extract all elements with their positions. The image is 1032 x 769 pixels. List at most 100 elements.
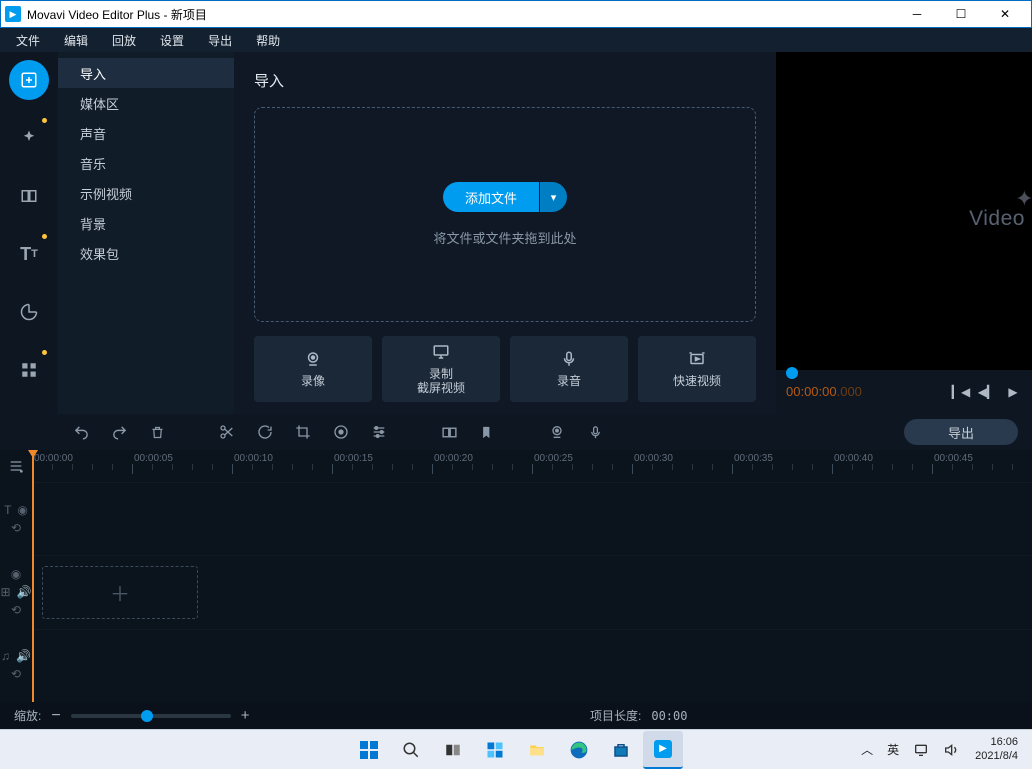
undo-button[interactable] (64, 417, 98, 447)
start-button[interactable] (349, 731, 389, 769)
track-header-video[interactable]: ◉ ⊞🔊 ⟲ (0, 555, 32, 628)
import-icon (20, 71, 38, 89)
empty-video-slot[interactable]: ＋ (42, 566, 198, 618)
zoom-in-button[interactable]: + (241, 707, 250, 724)
export-button[interactable]: 导出 (904, 419, 1018, 445)
record-screen-card[interactable]: 录制截屏视频 (382, 336, 500, 402)
taskbar-search-button[interactable] (391, 731, 431, 769)
sidepanel-item-media[interactable]: 媒体区 (58, 88, 234, 118)
preview-playhead[interactable] (786, 367, 798, 379)
sidepanel-item-sample-video[interactable]: 示例视频 (58, 178, 234, 208)
timeline-playhead[interactable] (32, 450, 34, 702)
track-titles[interactable] (32, 482, 1032, 555)
transition-wizard-button[interactable] (432, 417, 466, 447)
quick-action-cards: 录像 录制截屏视频 录音 快速视频 (254, 336, 756, 402)
volume-icon[interactable]: 🔊 (16, 649, 31, 663)
track-header-titles[interactable]: T◉ ⟲ (0, 482, 32, 555)
file-drop-zone[interactable]: 添加文件 ▾ 将文件或文件夹拖到此处 (254, 107, 756, 322)
taskbar-explorer-button[interactable] (517, 731, 557, 769)
ruler-tick: 00:00:35 (732, 453, 832, 474)
record-webcam-button[interactable] (540, 417, 574, 447)
redo-button[interactable] (102, 417, 136, 447)
menu-help[interactable]: 帮助 (246, 30, 290, 51)
clip-properties-button[interactable] (362, 417, 396, 447)
import-panel: 导入 添加文件 ▾ 将文件或文件夹拖到此处 录像 录制截屏视频 录音 (234, 52, 776, 414)
split-button[interactable] (210, 417, 244, 447)
link-icon[interactable]: ⟲ (11, 603, 21, 617)
sidepanel-item-sounds[interactable]: 声音 (58, 118, 234, 148)
menu-edit[interactable]: 编辑 (54, 30, 98, 51)
taskbar-store-button[interactable] (601, 731, 641, 769)
card-label: 录音 (557, 374, 581, 388)
taskbar-edge-button[interactable] (559, 731, 599, 769)
add-file-dropdown-button[interactable]: ▾ (539, 182, 567, 212)
ruler-tick: 00:00:05 (132, 453, 232, 474)
zoom-out-button[interactable]: − (51, 707, 60, 725)
crop-button[interactable] (286, 417, 320, 447)
play-button[interactable]: ▶ (1004, 383, 1022, 401)
menu-playback[interactable]: 回放 (102, 30, 146, 51)
add-file-button[interactable]: 添加文件 (443, 182, 539, 212)
record-voice-button[interactable] (578, 417, 612, 447)
microphone-icon (560, 350, 578, 368)
notification-dot (42, 234, 47, 239)
taskbar-widgets-button[interactable] (475, 731, 515, 769)
menu-settings[interactable]: 设置 (150, 30, 194, 51)
ime-indicator[interactable]: 英 (881, 731, 905, 769)
sidepanel-item-music[interactable]: 音乐 (58, 148, 234, 178)
sidebar-stickers-button[interactable] (9, 292, 49, 332)
color-adjust-button[interactable] (324, 417, 358, 447)
timeline-tracks-area[interactable]: 00:00:0000:00:0500:00:1000:00:1500:00:20… (32, 450, 1032, 702)
track-audio[interactable] (32, 629, 1032, 702)
volume-icon[interactable]: 🔊 (17, 585, 32, 599)
watermark: ✦ m Video Ed (969, 191, 1032, 230)
sidebar-transitions-button[interactable] (9, 176, 49, 216)
close-button[interactable]: ✕ (983, 1, 1027, 27)
tray-network-icon[interactable] (907, 731, 935, 769)
marker-button[interactable] (470, 417, 504, 447)
maximize-button[interactable]: ☐ (939, 1, 983, 27)
zoom-slider-thumb[interactable] (141, 710, 153, 722)
step-back-button[interactable]: ◀▎ (978, 383, 996, 401)
sidebar-import-button[interactable] (9, 60, 49, 100)
ruler-tick: 00:00:45 (932, 453, 1032, 474)
eye-icon[interactable]: ◉ (17, 503, 27, 517)
tray-clock[interactable]: 16:06 2021/8/4 (967, 736, 1026, 762)
record-camera-card[interactable]: 录像 (254, 336, 372, 402)
track-header-audio[interactable]: ♫🔊 ⟲ (0, 629, 32, 702)
tray-volume-icon[interactable] (937, 731, 965, 769)
preview-panel: ✦ m Video Ed 00:00:00.000 ▎◀ ◀▎ ▶ (776, 52, 1032, 414)
work-area: TT 导入 媒体区 声音 音乐 示例视频 背景 效果包 导入 添加文件 ▾ 将文… (0, 52, 1032, 414)
record-audio-card[interactable]: 录音 (510, 336, 628, 402)
taskbar-movavi-button[interactable]: ▶ (643, 731, 683, 769)
prev-frame-button[interactable]: ▎◀ (952, 383, 970, 401)
delete-button[interactable] (140, 417, 174, 447)
eye-icon[interactable]: ◉ (11, 567, 21, 581)
notification-dot (42, 118, 47, 123)
minimize-button[interactable]: ─ (895, 1, 939, 27)
taskbar-taskview-button[interactable] (433, 731, 473, 769)
menu-export[interactable]: 导出 (198, 30, 242, 51)
menu-file[interactable]: 文件 (6, 30, 50, 51)
status-bar: 缩放: − + 项目长度: 00:00 (0, 702, 1032, 729)
quick-video-card[interactable]: 快速视频 (638, 336, 756, 402)
zoom-label: 缩放: (14, 707, 41, 724)
timeline-ruler[interactable]: 00:00:0000:00:0500:00:1000:00:1500:00:20… (32, 450, 1032, 482)
notification-dot (42, 350, 47, 355)
link-icon[interactable]: ⟲ (11, 667, 21, 681)
tray-chevron-button[interactable]: ︿ (855, 731, 879, 769)
sidepanel-item-backgrounds[interactable]: 背景 (58, 208, 234, 238)
sidebar-more-button[interactable] (9, 350, 49, 390)
rotate-button[interactable] (248, 417, 282, 447)
ruler-tick: 00:00:00 (32, 453, 132, 474)
sidebar-titles-button[interactable]: TT (9, 234, 49, 274)
sidepanel-item-effect-packs[interactable]: 效果包 (58, 238, 234, 268)
link-icon[interactable]: ⟲ (11, 521, 21, 535)
sidepanel-item-import[interactable]: 导入 (58, 58, 234, 88)
windows-taskbar: ▶ ︿ 英 16:06 2021/8/4 (0, 729, 1032, 769)
sidebar-filters-button[interactable] (9, 118, 49, 158)
zoom-slider[interactable] (71, 714, 231, 718)
preview-timecode: 00:00:00.000 (786, 384, 862, 400)
track-video[interactable]: ＋ (32, 555, 1032, 628)
add-track-button[interactable] (0, 450, 32, 482)
